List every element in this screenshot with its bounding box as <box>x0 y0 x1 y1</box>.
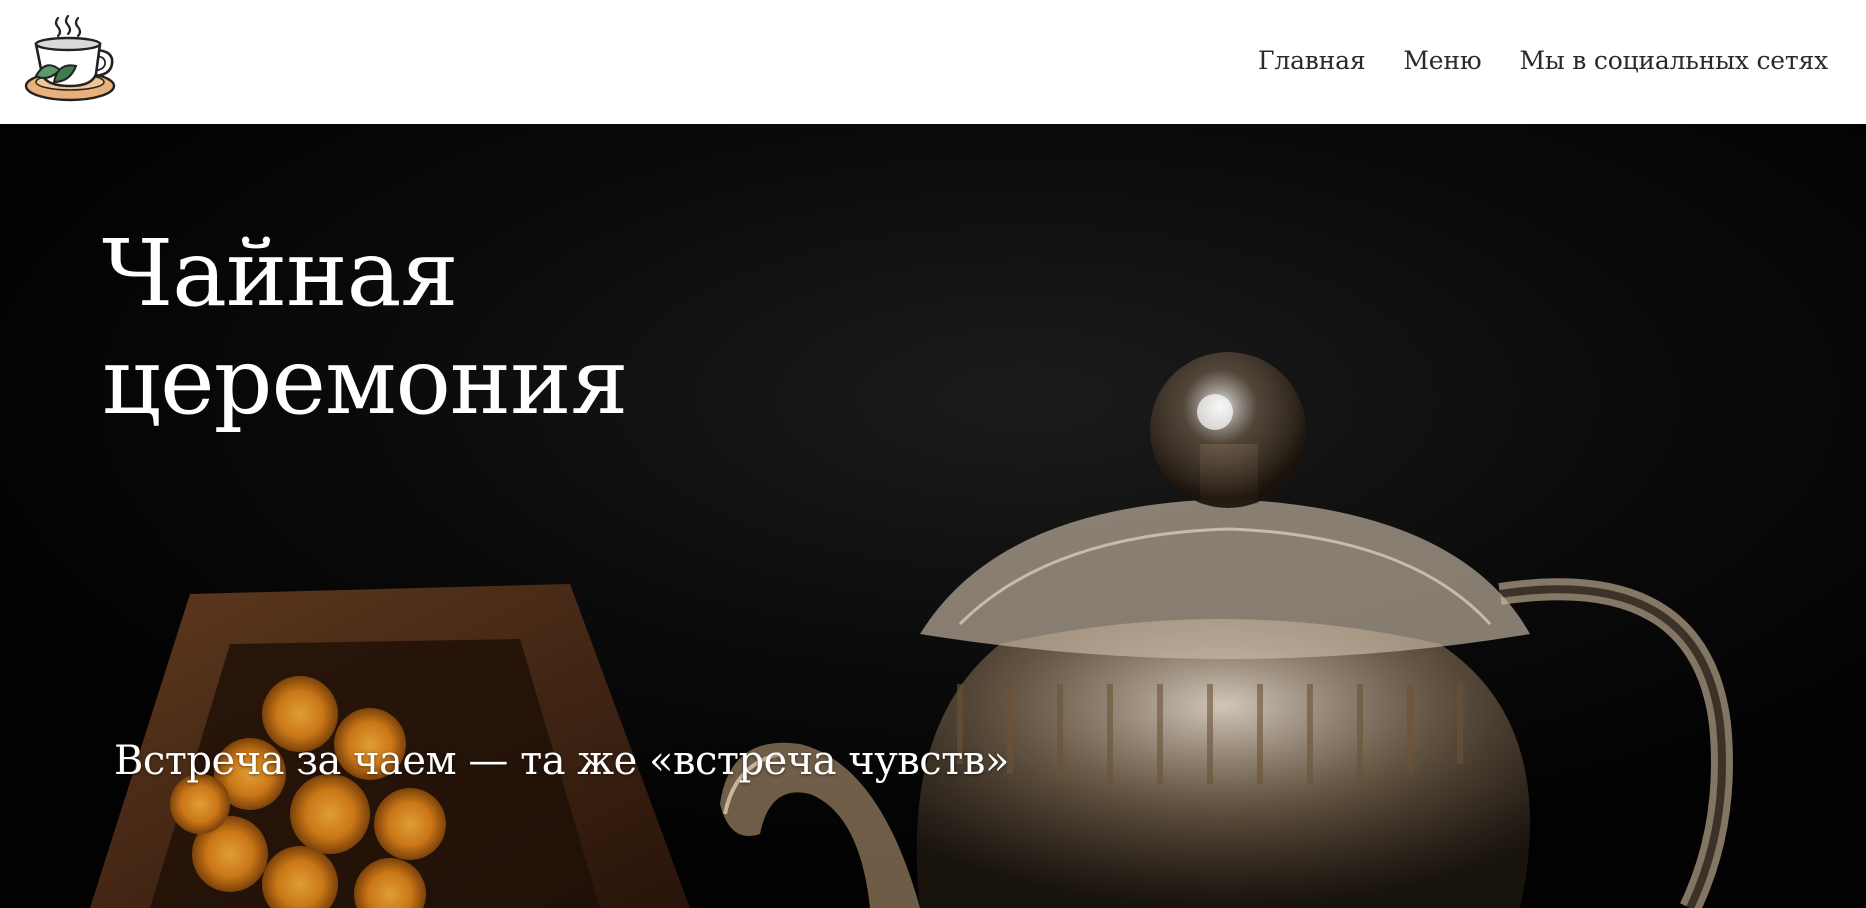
hero-title-line2: церемония <box>102 328 629 435</box>
hero-section: Чайная церемония Встреча за чаем — та же… <box>0 124 1866 908</box>
hero-title: Чайная церемония <box>102 220 902 436</box>
main-nav: Главная Меню Мы в социальных сетях <box>1258 0 1828 120</box>
nav-link-social[interactable]: Мы в социальных сетях <box>1519 46 1828 75</box>
site-header: Главная Меню Мы в социальных сетях <box>0 0 1866 124</box>
nav-link-menu[interactable]: Меню <box>1403 46 1481 75</box>
tea-cup-logo-icon[interactable] <box>22 12 118 108</box>
hero-subtitle: Встреча за чаем — та же «встреча чувств» <box>114 738 1009 784</box>
nav-link-home[interactable]: Главная <box>1258 46 1366 75</box>
hero-title-line1: Чайная <box>102 220 459 327</box>
